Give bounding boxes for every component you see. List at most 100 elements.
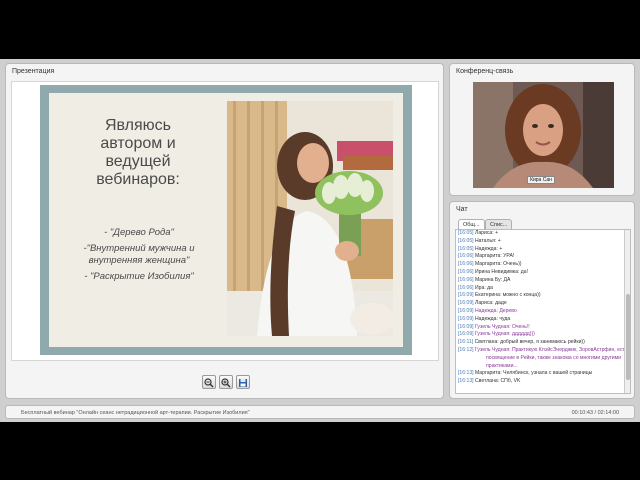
zoom-out-button[interactable] xyxy=(202,375,216,389)
chat-message: [16:12] Гузель Чудная: Практикую КлэйсЭн… xyxy=(456,347,630,370)
participant-name-label: Кира Сан xyxy=(527,176,555,184)
chat-author: Маргарита: xyxy=(475,253,502,260)
chat-message: [16:09] Надежда: чуда xyxy=(456,316,630,324)
chat-text: Дерево xyxy=(499,307,517,314)
chat-author: Светлана: xyxy=(474,339,499,346)
chat-timestamp: [16:09] xyxy=(458,323,474,330)
slide: Являюсь автором и ведущей вебинаров: - "… xyxy=(40,85,412,355)
chat-author: Маргарита: xyxy=(475,261,502,268)
chat-message: [16:09] Гузель Чудная: дддддд))) xyxy=(456,331,630,339)
chat-author: Светлана: xyxy=(475,378,500,385)
chat-author: Надежда: xyxy=(475,307,498,314)
chat-log[interactable]: [16:05] Лариса: + [16:05] Наталья: + [16:0… xyxy=(455,229,631,394)
chat-scrollbar[interactable] xyxy=(624,230,630,393)
chat-text: Очень!! xyxy=(511,323,530,330)
chat-text: можно с конца)) xyxy=(502,292,541,299)
chat-message: [16:06] Маргарита: УРА! xyxy=(456,253,630,261)
chat-message: [16:06] Марина Бу: ДА xyxy=(456,277,630,285)
status-bar: Бесплатный вебинар "Онлайн сеанс нетради… xyxy=(5,405,635,419)
chat-timestamp: [16:12] xyxy=(458,346,474,353)
zoom-in-icon xyxy=(221,378,231,388)
chat-text: + xyxy=(497,237,501,244)
chat-timestamp: [16:11] xyxy=(458,339,474,346)
chat-timestamp: [16:09] xyxy=(458,315,474,322)
chat-text: дддддд))) xyxy=(511,331,535,338)
slide-area: Являюсь автором и ведущей вебинаров: - "… xyxy=(11,81,439,361)
chat-text: УРА! xyxy=(503,253,515,260)
playback-time: 00:10:43 / 02:14:00 xyxy=(571,410,619,416)
chat-author: Гузель Чудная: xyxy=(475,331,511,338)
chat-message: [16:09] Надежда: Дерево xyxy=(456,308,630,316)
chat-author: Наталья: xyxy=(475,237,497,244)
chat-author: Надежда: xyxy=(475,315,498,322)
video-title: Конференц-связь xyxy=(456,68,514,75)
chat-text: добрый вечер, я занимаюсь рейки)) xyxy=(500,339,585,346)
chat-timestamp: [16:05] xyxy=(458,245,474,252)
chat-author: Ирина Невидимка: xyxy=(475,268,520,275)
chat-text: да xyxy=(487,284,493,291)
chat-text: ДА xyxy=(503,276,511,283)
video-feed[interactable]: Кира Сан xyxy=(473,82,614,188)
presentation-panel: Презентация Являюсь автором и ведущей ве… xyxy=(5,63,444,399)
chat-timestamp: [16:05] xyxy=(458,230,474,236)
chat-message: [16:09] Гузель Чудная: Очень!! xyxy=(456,324,630,332)
scrollbar-thumb[interactable] xyxy=(626,294,630,380)
chat-author: Лариса: xyxy=(475,300,494,307)
slide-content: Являюсь автором и ведущей вебинаров: - "… xyxy=(49,93,403,347)
chat-message: [16:09] Екатерина: можно с конца)) xyxy=(456,292,630,300)
chat-author: Гузель Чудная: xyxy=(475,346,511,353)
chat-message: [16:06] Маргарита: Очень)) xyxy=(456,261,630,269)
chat-timestamp: [16:13] xyxy=(458,378,474,385)
chat-text: чуда xyxy=(499,315,511,322)
save-icon xyxy=(239,379,247,387)
presenter-photo xyxy=(227,101,393,336)
chat-message: [16:05] Надежда: + xyxy=(456,246,630,254)
chat-text: + xyxy=(495,230,499,236)
chat-timestamp: [16:09] xyxy=(458,292,474,299)
presentation-title: Презентация xyxy=(12,68,55,75)
chat-author: Маргарита: xyxy=(475,370,502,377)
slide-bullet: - "Дерево Рода" xyxy=(104,227,174,238)
chat-timestamp: [16:06] xyxy=(458,268,474,275)
chat-timestamp: [16:06] xyxy=(458,253,474,260)
chat-timestamp: [16:06] xyxy=(458,276,474,283)
chat-title: Чат xyxy=(456,206,468,213)
chat-author: Лариса: xyxy=(475,230,494,236)
slide-bullet: -"Внутренний мужчина и внутренняя женщин… xyxy=(83,243,195,266)
webinar-title: Бесплатный вебинар "Онлайн сеанс нетради… xyxy=(21,410,250,416)
chat-author: Екатерина: xyxy=(475,292,502,299)
chat-timestamp: [16:09] xyxy=(458,331,474,338)
chat-message: [16:06] Ирина Невидимка: да! xyxy=(456,269,630,277)
chat-timestamp: [16:06] xyxy=(458,284,474,291)
chat-timestamp: [16:13] xyxy=(458,370,474,377)
chat-message: [16:06] Ира: да xyxy=(456,285,630,293)
webinar-window: Презентация Являюсь автором и ведущей ве… xyxy=(0,59,640,422)
chat-text: СПб, VK xyxy=(500,378,521,385)
chat-timestamp: [16:06] xyxy=(458,261,474,268)
chat-panel: Чат Общ... Спис... [16:05] Лариса: + [16:… xyxy=(449,201,635,399)
chat-author: Гузель Чудная: xyxy=(475,323,511,330)
chat-author: Надежда: xyxy=(475,245,498,252)
chat-message: [16:05] Наталья: + xyxy=(456,238,630,246)
chat-text: Челябинск, узнала с вашей страницы xyxy=(503,370,593,377)
chat-timestamp: [16:09] xyxy=(458,307,474,314)
zoom-out-icon xyxy=(204,378,214,388)
chat-message: [16:11] Светлана: добрый вечер, я занима… xyxy=(456,339,630,347)
chat-message: [16:13] Маргарита: Челябинск, узнала с в… xyxy=(456,370,630,378)
chat-author: Ира: xyxy=(475,284,486,291)
chat-text: да! xyxy=(520,268,529,275)
chat-text: даде xyxy=(495,300,507,307)
chat-message: [16:13] Светлана: СПб, VK xyxy=(456,378,630,386)
chat-timestamp: [16:05] xyxy=(458,237,474,244)
chat-message: [16:09] Лариса: даде xyxy=(456,300,630,308)
slide-bullet: - "Раскрытие Изобилия" xyxy=(84,271,194,282)
chat-text: + xyxy=(499,245,503,252)
save-button[interactable] xyxy=(236,375,250,389)
slide-heading: Являюсь автором и ведущей вебинаров: xyxy=(96,117,180,188)
video-panel: Конференц-связь Кира Сан xyxy=(449,63,635,196)
chat-timestamp: [16:09] xyxy=(458,300,474,307)
zoom-in-button[interactable] xyxy=(219,375,233,389)
chat-author: Марина Бу: xyxy=(475,276,503,283)
chat-message: [16:05] Лариса: + xyxy=(456,230,630,238)
chat-text: Очень)) xyxy=(503,261,522,268)
